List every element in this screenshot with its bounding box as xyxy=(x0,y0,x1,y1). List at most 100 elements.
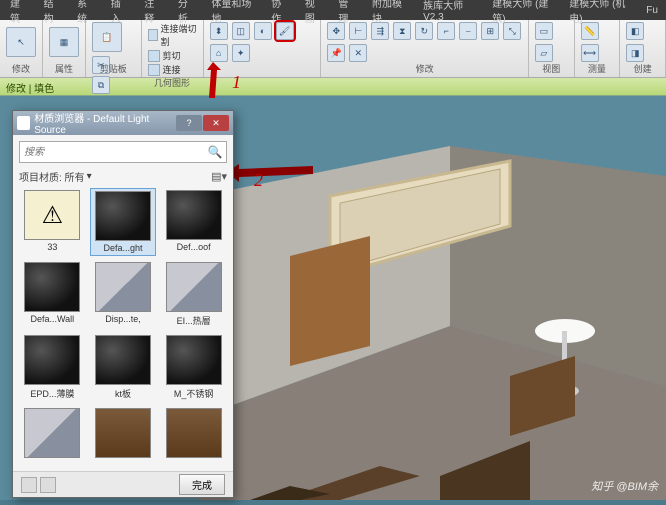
material-item[interactable]: Defa...ght xyxy=(90,188,157,256)
view-mode-toggle[interactable]: ▤▾ xyxy=(211,170,227,183)
ribbon-group-clipboard: 📋 ✂ ⧉ 剪贴板 xyxy=(86,20,142,77)
material-label: Defa...Wall xyxy=(30,314,74,324)
material-label: Disp...te, xyxy=(105,314,141,324)
material-item[interactable]: M_不锈钢 xyxy=(160,333,227,402)
ribbon-group-modify: ✥ ⊢ ⇶ ⧗ ↻ ⌐ ⎯ ⊞ ⤡ 📌 ✕ 修改 xyxy=(321,20,529,77)
material-label: EPD...薄膜 xyxy=(30,387,74,400)
tool-icon[interactable]: ◫ xyxy=(232,22,250,40)
offset-icon[interactable]: ⇶ xyxy=(371,22,389,40)
tool-icon[interactable]: ⌂ xyxy=(210,44,228,62)
material-label: M_不锈钢 xyxy=(174,387,214,400)
material-label: 33 xyxy=(47,242,57,252)
group-label: 几何图形 xyxy=(148,76,197,89)
material-label: EI...热層 xyxy=(177,314,211,327)
ribbon-group-props: ▦ 属性 xyxy=(43,20,86,77)
chevron-down-icon: ▾ xyxy=(87,171,92,182)
material-item[interactable] xyxy=(90,406,157,462)
library-icon[interactable] xyxy=(40,477,56,493)
cut-geom-item[interactable]: 剪切 xyxy=(148,49,197,62)
properties-icon[interactable]: ▦ xyxy=(49,27,79,57)
material-item[interactable]: Defa...Wall xyxy=(19,260,86,329)
material-item[interactable] xyxy=(160,406,227,462)
material-thumbnail xyxy=(166,335,222,385)
rotate-icon[interactable]: ↻ xyxy=(415,22,433,40)
material-thumbnail: ⚠ xyxy=(24,190,80,240)
material-filter-dropdown[interactable]: 项目材质: 所有▾ xyxy=(19,169,92,184)
material-label: kt板 xyxy=(115,387,131,400)
dialog-title: 材质浏览器 - Default Light Source xyxy=(34,110,176,136)
paste-icon[interactable]: 📋 xyxy=(92,22,122,52)
done-button[interactable]: 完成 xyxy=(179,474,225,495)
split-icon[interactable]: ⎯ xyxy=(459,22,477,40)
tab-fu[interactable]: Fu xyxy=(638,2,666,19)
material-label: Def...oof xyxy=(177,242,211,252)
dialog-titlebar[interactable]: 材质浏览器 - Default Light Source ? ✕ xyxy=(13,111,233,135)
delete-icon[interactable]: ✕ xyxy=(349,44,367,62)
group-label: 修改 xyxy=(6,62,36,75)
view-icon[interactable]: ▱ xyxy=(535,44,553,62)
material-item[interactable]: EPD...薄膜 xyxy=(19,333,86,402)
material-thumbnail xyxy=(24,335,80,385)
ribbon-group-measure: 📏 ⟷ 测量 xyxy=(575,20,621,77)
material-grid: ⚠ 33 Defa...ght Def...oof Defa...Wall Disp...… xyxy=(19,188,227,465)
ribbon-group-select: ↖ 修改 xyxy=(0,20,43,77)
tool-icon[interactable]: ✦ xyxy=(232,44,250,62)
material-thumbnail xyxy=(24,262,80,312)
cope-item[interactable]: 连接端切割 xyxy=(148,22,197,48)
material-item[interactable]: kt板 xyxy=(90,333,157,402)
tool-icon[interactable]: ◐ xyxy=(254,22,272,40)
mirror-icon[interactable]: ⧗ xyxy=(393,22,411,40)
material-thumbnail xyxy=(95,191,151,241)
view-icon[interactable]: ▭ xyxy=(535,22,553,40)
join-icon xyxy=(148,64,160,76)
measure-icon[interactable]: 📏 xyxy=(581,22,599,40)
group-label: 剪贴板 xyxy=(92,62,135,75)
help-button[interactable]: ? xyxy=(176,115,202,131)
group-label: 修改 xyxy=(327,62,522,75)
cut-geom-icon xyxy=(148,50,160,62)
material-thumbnail xyxy=(95,262,151,312)
copy-icon[interactable]: ⧉ xyxy=(92,76,110,94)
ribbon-group-geometry: 连接端切割 剪切 连接 几何图形 xyxy=(142,20,204,77)
group-label: 创建 xyxy=(626,62,659,75)
ribbon: ↖ 修改 ▦ 属性 📋 ✂ ⧉ 剪贴板 连接端切割 剪切 连接 几何图形 ⬍ ◫… xyxy=(0,20,666,78)
paint-icon[interactable]: 🖌 xyxy=(276,22,294,40)
material-browser-dialog: 材质浏览器 - Default Light Source ? ✕ 🔍 项目材质:… xyxy=(12,110,234,498)
join-item[interactable]: 连接 xyxy=(148,63,197,76)
trim-icon[interactable]: ⌐ xyxy=(437,22,455,40)
create-icon[interactable]: ◧ xyxy=(626,22,644,40)
select-icon[interactable]: ↖ xyxy=(6,27,36,57)
material-thumbnail xyxy=(166,190,222,240)
material-thumbnail xyxy=(166,408,222,458)
cope-icon xyxy=(148,29,158,41)
ribbon-group-create: ◧ ◨ 创建 xyxy=(620,20,666,77)
group-label: 视图 xyxy=(535,62,568,75)
align-icon[interactable]: ⊢ xyxy=(349,22,367,40)
material-item[interactable]: EI...热層 xyxy=(160,260,227,329)
ribbon-group-geom-tools: ⬍ ◫ ◐ 🖌 ⌂ ✦ xyxy=(204,20,322,77)
add-material-icon[interactable] xyxy=(21,477,37,493)
move-icon[interactable]: ✥ xyxy=(327,22,345,40)
pin-icon[interactable]: 📌 xyxy=(327,44,345,62)
material-label: Defa...ght xyxy=(103,243,142,253)
search-input[interactable] xyxy=(20,142,204,162)
array-icon[interactable]: ⊞ xyxy=(481,22,499,40)
ribbon-tabs: 建筑 结构 系统 插入 注释 分析 体量和场地 协作 视图 管理 附加模块 族库… xyxy=(0,0,666,20)
dim-icon[interactable]: ⟷ xyxy=(581,44,599,62)
material-thumbnail xyxy=(24,408,80,458)
group-label: 测量 xyxy=(581,62,614,75)
material-thumbnail xyxy=(95,408,151,458)
material-item[interactable]: Def...oof xyxy=(160,188,227,256)
material-item[interactable] xyxy=(19,406,86,462)
create-icon[interactable]: ◨ xyxy=(626,44,644,62)
scale-icon[interactable]: ⤡ xyxy=(503,22,521,40)
dialog-footer: 完成 xyxy=(13,471,233,497)
material-item[interactable]: ⚠ 33 xyxy=(19,188,86,256)
ribbon-group-view: ▭ ▱ 视图 xyxy=(529,20,575,77)
close-button[interactable]: ✕ xyxy=(203,115,229,131)
search-icon[interactable]: 🔍 xyxy=(204,142,226,162)
search-box: 🔍 xyxy=(19,141,227,163)
dialog-icon xyxy=(17,116,30,130)
material-item[interactable]: Disp...te, xyxy=(90,260,157,329)
tool-icon[interactable]: ⬍ xyxy=(210,22,228,40)
